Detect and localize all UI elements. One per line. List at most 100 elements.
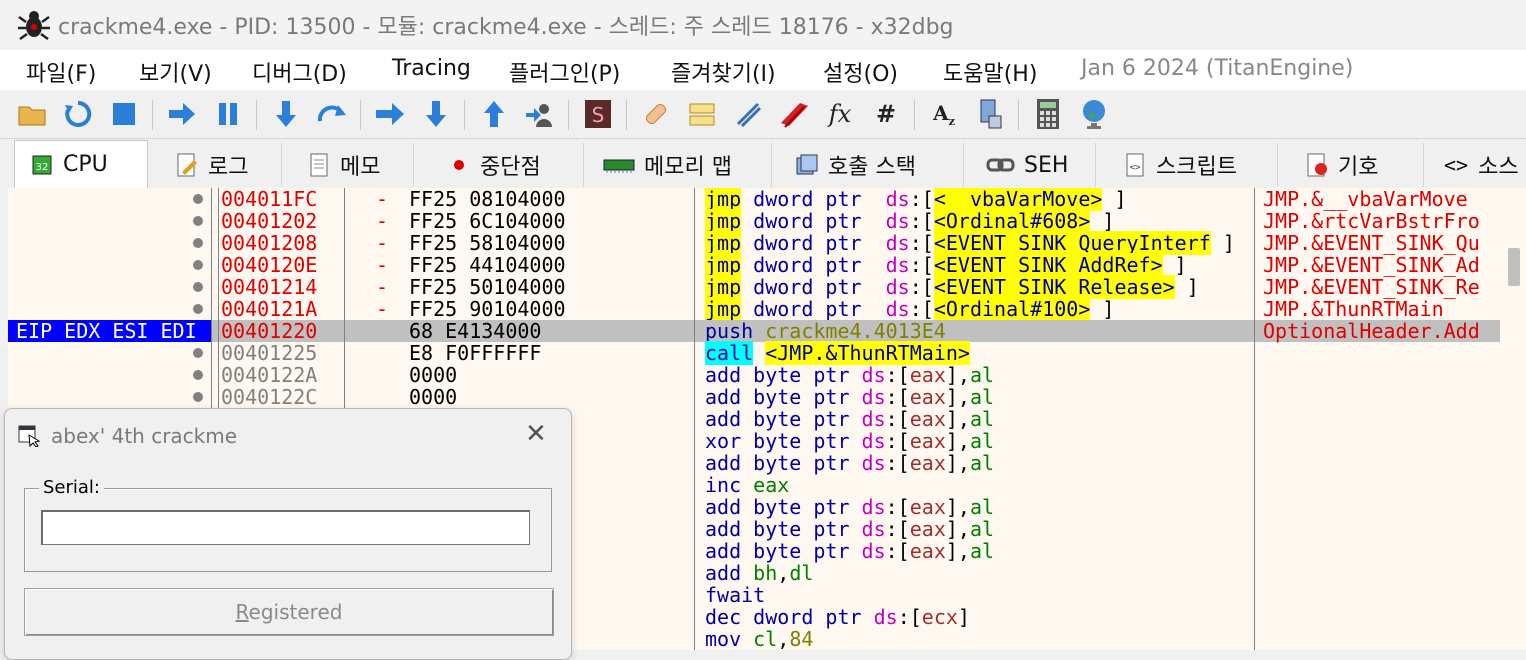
tab-breakpoints[interactable]: 중단점	[432, 143, 584, 187]
instruction: add byte ptr ds:[eax],al	[705, 517, 995, 541]
disasm-row[interactable]: 00401225 E8 F0FFFFFF call <JMP.&ThunRTMain…	[8, 341, 1500, 365]
breakpoint-dot[interactable]	[193, 348, 203, 358]
opcode-bytes: FF25 08104000	[409, 188, 566, 211]
tab-notes[interactable]: 메모	[292, 143, 414, 187]
instruction: jmp dword ptr ds:[<EVENT_SINK_QueryInter…	[705, 231, 1235, 255]
menu-file[interactable]: 파일(F)	[26, 56, 96, 88]
menu-options[interactable]: 설정(O)	[823, 56, 898, 88]
step-into-icon[interactable]	[270, 98, 302, 130]
run-to-user-code-icon[interactable]	[524, 98, 556, 130]
function-icon[interactable]: fx	[824, 98, 856, 130]
restart-icon[interactable]	[62, 98, 94, 130]
instruction: add byte ptr ds:[eax],al	[705, 407, 995, 431]
tab-seh[interactable]: SEH	[972, 143, 1096, 187]
address: 00401225	[221, 341, 318, 365]
breakpoint-dot[interactable]	[193, 370, 203, 380]
instruction: add byte ptr ds:[eax],al	[705, 451, 995, 475]
tab-label: 소스	[1478, 155, 1519, 180]
comment-icon[interactable]	[686, 98, 718, 130]
scylla-icon[interactable]: S	[582, 98, 614, 130]
disasm-row[interactable]: 0040122C 0000 add byte ptr ds:[eax],al	[8, 386, 1500, 408]
address: 00401208	[221, 231, 318, 255]
pause-icon[interactable]	[212, 98, 244, 130]
menu-help[interactable]: 도움말(H)	[943, 56, 1037, 88]
instruction: jmp dword ptr ds:[<Ordinal#100> ]	[705, 297, 1115, 321]
instruction: add bh,dl	[705, 561, 814, 585]
tab-call-stack[interactable]: 호출 스택	[780, 143, 964, 187]
label-icon[interactable]	[732, 98, 764, 130]
breakpoint-dot[interactable]	[193, 282, 203, 292]
tab-source[interactable]: <> 소스	[1430, 143, 1526, 187]
globe-icon[interactable]	[1078, 98, 1110, 130]
disasm-row[interactable]: 00401208 - FF25 58104000 jmp dword ptr ds:[…	[8, 231, 1500, 255]
close-icon[interactable]: ✕	[525, 419, 547, 449]
disasm-row[interactable]: 0040120E - FF25 44104000 jmp dword ptr ds:[…	[8, 253, 1500, 277]
tab-log[interactable]: 로그	[160, 143, 282, 187]
instruction: mov cl,84	[705, 627, 814, 650]
open-icon[interactable]	[16, 98, 48, 130]
opcode-bytes: 0000	[409, 385, 458, 409]
instruction: call <JMP.&ThunRTMain>	[705, 341, 970, 365]
version-label: Jan 6 2024 (TitanEngine)	[1081, 56, 1354, 81]
jump-arrow: -	[376, 209, 389, 233]
tab-label: 중단점	[480, 155, 541, 180]
trace-over-icon[interactable]	[420, 98, 452, 130]
font-icon[interactable]: Az	[928, 98, 960, 130]
menu-debug[interactable]: 디버그(D)	[252, 56, 347, 88]
patch-icon[interactable]	[640, 98, 672, 130]
disasm-row[interactable]: 0040121A - FF25 90104000 jmp dword ptr ds:[…	[8, 297, 1500, 321]
x32dbg-bug-icon	[18, 11, 50, 41]
breakpoint-dot[interactable]	[193, 194, 203, 204]
comment: JMP.&__vbaVarMove	[1263, 188, 1468, 211]
jump-arrow: -	[376, 231, 389, 255]
execute-till-return-icon[interactable]	[478, 98, 510, 130]
hash-icon[interactable]: #	[870, 98, 902, 130]
stop-icon[interactable]	[108, 98, 140, 130]
tab-label: 호출 스택	[828, 155, 916, 180]
breakpoint-dot-icon	[454, 160, 464, 170]
disasm-row[interactable]: 00401214 - FF25 50104000 jmp dword ptr ds:[…	[8, 275, 1500, 299]
calculator-icon[interactable]	[1032, 98, 1064, 130]
address: 0040122A	[221, 363, 318, 387]
menu-view[interactable]: 보기(V)	[139, 56, 212, 88]
disasm-row[interactable]: 004011FC - FF25 08104000 jmp dword ptr ds:[…	[8, 188, 1500, 211]
opcode-bytes: FF25 6C104000	[409, 209, 566, 233]
step-over-icon[interactable]	[316, 98, 348, 130]
disasm-row[interactable]: EIP EDX ESI EDI 00401220 68 E4134000 push c…	[8, 320, 1500, 342]
menu-favourites[interactable]: 즐겨찾기(I)	[671, 56, 776, 88]
serial-input[interactable]	[41, 510, 530, 545]
instruction: jmp dword ptr ds:[<EVENT_SINK_AddRef> ]	[705, 253, 1187, 277]
tab-script[interactable]: <> 스크립트	[1108, 143, 1278, 187]
tab-memory-map[interactable]: 메모리 맵	[588, 143, 772, 187]
disasm-row[interactable]: 0040122A 0000 add byte ptr ds:[eax],al	[8, 364, 1500, 386]
notepad-icon	[177, 153, 197, 177]
breakpoint-dot[interactable]	[193, 216, 203, 226]
device-icon[interactable]	[974, 98, 1006, 130]
breakpoint-dot[interactable]	[193, 260, 203, 270]
tab-cpu[interactable]: 32 CPU	[14, 140, 148, 188]
trace-into-icon[interactable]	[374, 98, 406, 130]
menu-plugins[interactable]: 플러그인(P)	[509, 56, 620, 88]
address: 00401202	[221, 209, 318, 233]
breakpoint-dot[interactable]	[193, 304, 203, 314]
opcode-bytes: E8 F0FFFFFF	[409, 341, 542, 365]
comment: JMP.&EVENT_SINK_Ad	[1263, 253, 1480, 277]
bookmark-icon[interactable]	[778, 98, 810, 130]
registered-button[interactable]: Registered	[24, 588, 554, 636]
breakpoint-dot[interactable]	[193, 392, 203, 402]
breakpoint-dot[interactable]	[193, 238, 203, 248]
vertical-scrollbar-thumb[interactable]	[1508, 248, 1520, 286]
menu-bar: 파일(F) 보기(V) 디버그(D) Tracing 플러그인(P) 즐겨찾기(…	[0, 50, 1526, 90]
disasm-row[interactable]: 00401202 - FF25 6C104000 jmp dword ptr ds:[…	[8, 209, 1500, 233]
instruction: jmp dword ptr ds:[<EVENT_SINK_Release> ]	[705, 275, 1199, 299]
menu-tracing[interactable]: Tracing	[392, 56, 471, 81]
instruction: jmp dword ptr ds:[<__vbaVarMove> ]	[705, 188, 1127, 211]
toolbar: S fx # Az	[0, 90, 1526, 138]
address: 0040121A	[221, 297, 318, 321]
tab-symbols[interactable]: 기호	[1290, 143, 1424, 187]
opcode-bytes: 0000	[409, 363, 458, 387]
address: 0040120E	[221, 253, 318, 277]
jump-arrow: -	[376, 188, 389, 211]
source-code-icon: <>	[1444, 153, 1469, 177]
run-icon[interactable]	[166, 98, 198, 130]
